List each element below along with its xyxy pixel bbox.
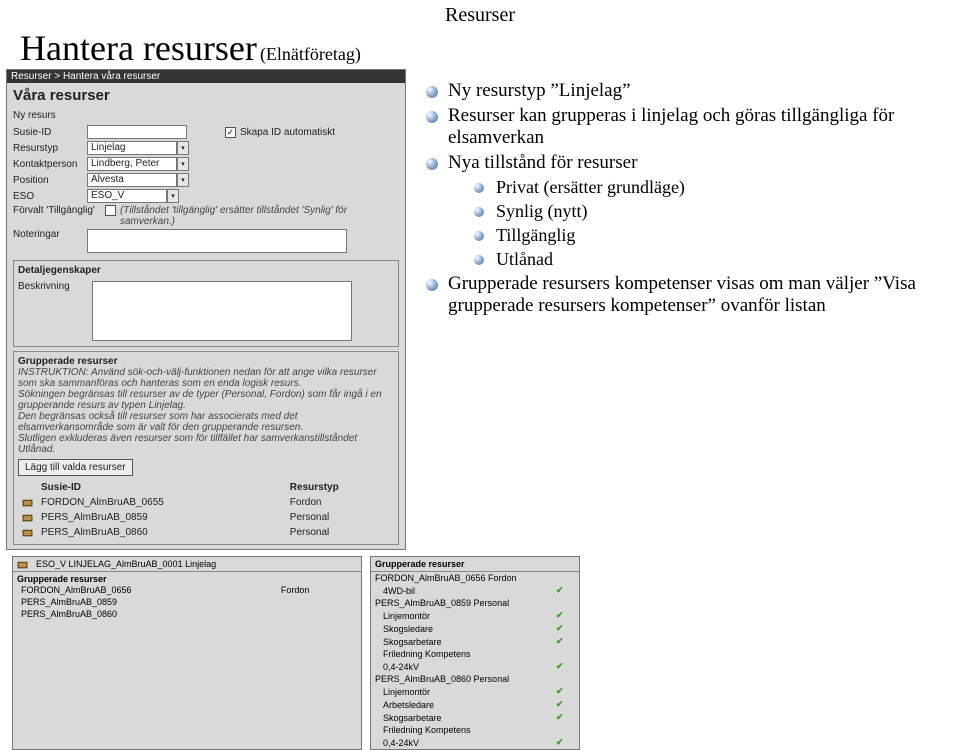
table-row: PERS_AlmBruAB_0860 Personal <box>371 673 579 685</box>
contact-select[interactable]: Lindberg, Peter <box>87 157 177 171</box>
forvalt-checkbox[interactable] <box>105 205 116 216</box>
detail-legend: Detaljegenskaper <box>18 265 394 276</box>
description-input[interactable] <box>92 281 352 341</box>
resource-type-select[interactable]: Linjelag <box>87 141 177 155</box>
description-label: Beskrivning <box>18 281 88 292</box>
col-type: Resurstyp <box>286 480 394 495</box>
sub-bullet: Privat (ersätter grundläge) <box>474 177 960 198</box>
grouped-legend: Grupperade resurser <box>18 356 394 367</box>
col-susie: Susie-ID <box>37 480 286 495</box>
susie-id-input[interactable] <box>87 125 187 139</box>
position-select[interactable]: Alvesta <box>87 173 177 187</box>
panel-heading: Våra resurser <box>7 83 405 108</box>
table-row[interactable]: FORDON_AlmBruAB_0655Fordon <box>18 495 394 510</box>
mini-legend: Grupperade resurser <box>371 557 579 572</box>
notes-label: Noteringar <box>13 229 83 240</box>
check-icon: ✔ <box>552 622 579 635</box>
page-topic: Resurser <box>20 4 940 27</box>
check-icon: ✔ <box>552 685 579 698</box>
mini-legend: Grupperade resurser <box>17 574 357 584</box>
notes-input[interactable] <box>87 229 347 253</box>
eso-label: ESO <box>13 191 83 202</box>
mini-panel-competences: Grupperade resurser FORDON_AlmBruAB_0656… <box>370 556 580 750</box>
resource-type-label: Resurstyp <box>13 143 83 154</box>
resources-panel: Resurser > Hantera våra resurser Våra re… <box>6 69 406 550</box>
position-label: Position <box>13 175 83 186</box>
chevron-down-icon[interactable]: ▾ <box>177 173 189 187</box>
forvalt-note: (Tillståndet 'tillgänglig' ersätter till… <box>120 205 399 227</box>
notes-list: Ny resurstyp ”Linjelag” Resurser kan gru… <box>426 69 960 320</box>
table-row[interactable]: PERS_AlmBruAB_0860Personal <box>18 525 394 540</box>
sub-bullet: Tillgänglig <box>474 225 960 246</box>
eso-select[interactable]: ESO_V <box>87 189 167 203</box>
check-icon: ✔ <box>552 736 579 749</box>
check-icon: ✔ <box>552 711 579 724</box>
table-row: FORDON_AlmBruAB_0656 Fordon <box>371 572 579 584</box>
detail-group: Detaljegenskaper Beskrivning <box>13 260 399 347</box>
sub-bullet: Utlånad <box>474 249 960 270</box>
susie-id-label: Susie-ID <box>13 127 83 138</box>
mini-panel-grouped: ESO_V LINJELAG_AlmBruAB_0001 Linjelag Gr… <box>12 556 362 750</box>
table-row: PERS_AlmBruAB_0859 Personal <box>371 597 579 609</box>
check-icon: ✔ <box>552 609 579 622</box>
table-row: PERS_AlmBruAB_0860 <box>17 608 357 620</box>
resource-icon <box>17 559 28 570</box>
chevron-down-icon[interactable]: ▾ <box>167 189 179 203</box>
check-icon: ✔ <box>552 584 579 597</box>
grouped-table: Susie-ID Resurstyp FORDON_AlmBruAB_0655F… <box>18 480 394 540</box>
grouped-instruction: Sökningen begränsas till resurser av de … <box>18 389 394 411</box>
check-icon: ✔ <box>552 698 579 711</box>
bullet: Nya tillstånd för resurser Privat (ersät… <box>426 152 960 270</box>
breadcrumb: Resurser > Hantera våra resurser <box>7 70 405 83</box>
forvalt-label: Förvalt 'Tillgänglig' <box>13 205 101 216</box>
resource-icon <box>22 527 33 538</box>
grouped-instruction: Den begränsas också till resurser som ha… <box>18 411 394 433</box>
auto-id-checkbox[interactable]: ✓ <box>225 127 236 138</box>
table-row: FORDON_AlmBruAB_0656Fordon <box>17 584 357 596</box>
resource-icon <box>22 512 33 523</box>
grouped-instruction: INSTRUKTION: Använd sök-och-välj-funktio… <box>18 367 394 389</box>
grouped-instruction: Slutligen exkluderas även resurser som f… <box>18 433 394 455</box>
table-row[interactable]: PERS_AlmBruAB_0859Personal <box>18 510 394 525</box>
bullet: Resurser kan grupperas i linjelag och gö… <box>426 105 960 149</box>
table-row: ESO_V LINJELAG_AlmBruAB_0001 Linjelag <box>13 557 361 570</box>
page-subtitle: (Elnätföretag) <box>260 44 361 64</box>
add-selected-button[interactable]: Lägg till valda resurser <box>18 459 133 476</box>
contact-label: Kontaktperson <box>13 159 83 170</box>
chevron-down-icon[interactable]: ▾ <box>177 141 189 155</box>
check-icon: ✔ <box>552 635 579 648</box>
page-title: Hantera resurser <box>20 28 257 68</box>
new-resource-link[interactable]: Ny resurs <box>13 110 56 121</box>
grouped-group: Grupperade resurser INSTRUKTION: Använd … <box>13 351 399 545</box>
table-row: PERS_AlmBruAB_0859 <box>17 596 357 608</box>
resource-icon <box>22 497 33 508</box>
check-icon: ✔ <box>552 660 579 673</box>
sub-bullet: Synlig (nytt) <box>474 201 960 222</box>
auto-id-label: Skapa ID automatiskt <box>240 127 335 138</box>
chevron-down-icon[interactable]: ▾ <box>177 157 189 171</box>
bullet: Ny resurstyp ”Linjelag” <box>426 80 960 102</box>
bullet: Grupperade resursers kompetenser visas o… <box>426 273 960 317</box>
